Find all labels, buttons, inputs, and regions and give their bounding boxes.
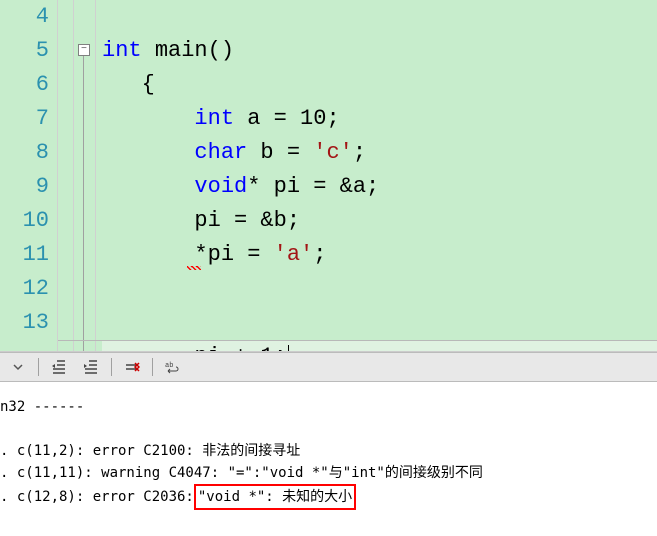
output-toolbar: ab <box>0 352 657 382</box>
code-line[interactable]: void* pi = &a; <box>102 170 657 204</box>
fold-toggle-icon[interactable]: − <box>78 44 90 56</box>
text-cursor <box>288 345 289 352</box>
code-line[interactable]: pi = &b; <box>102 204 657 238</box>
code-area[interactable]: int main() { int a = 10; char b = 'c'; v… <box>96 0 657 351</box>
output-line: . c(11,2): error C2100: 非法的间接寻址 <box>0 440 657 462</box>
code-line[interactable]: { <box>102 68 657 102</box>
fold-bar: − <box>74 0 96 351</box>
toolbar-separator <box>111 358 112 376</box>
line-number: 7 <box>4 102 49 136</box>
svg-text:ab: ab <box>165 362 173 370</box>
error-squiggle <box>187 266 201 270</box>
toolbar-dropdown-arrow-icon[interactable] <box>6 357 30 377</box>
code-line-current[interactable]: pi + 1; <box>102 340 657 352</box>
code-line[interactable]: char b = 'c'; <box>102 136 657 170</box>
code-line[interactable] <box>102 0 657 34</box>
line-number: 8 <box>4 136 49 170</box>
line-number: 9 <box>4 170 49 204</box>
line-number: 11 <box>4 238 49 272</box>
error-highlight-box: "void *": 未知的大小 <box>194 484 356 510</box>
code-line[interactable]: int main() <box>102 34 657 68</box>
outdent-icon[interactable] <box>47 357 71 377</box>
indent-icon[interactable] <box>79 357 103 377</box>
fold-guide <box>83 56 84 351</box>
word-wrap-icon[interactable]: ab <box>161 357 185 377</box>
toolbar-separator <box>152 358 153 376</box>
code-line[interactable]: *pi = 'a'; <box>102 238 657 340</box>
line-number: 6 <box>4 68 49 102</box>
line-number: 10 <box>4 204 49 238</box>
margin-bar <box>58 0 74 351</box>
output-line: . c(11,11): warning C4047: "=":"void *"与… <box>0 462 657 484</box>
output-line <box>0 418 657 440</box>
output-panel[interactable]: n32 ------ . c(11,2): error C2100: 非法的间接… <box>0 382 657 536</box>
code-editor[interactable]: 4 5 6 7 8 9 10 11 12 13 − int main() { i… <box>0 0 657 352</box>
code-line[interactable]: int a = 10; <box>102 102 657 136</box>
output-line: . c(12,8): error C2036:"void *": 未知的大小 <box>0 484 657 510</box>
line-number: 13 <box>4 306 49 340</box>
toolbar-separator <box>38 358 39 376</box>
line-number-gutter: 4 5 6 7 8 9 10 11 12 13 <box>0 0 58 351</box>
output-line: n32 ------ <box>0 396 657 418</box>
clear-icon[interactable] <box>120 357 144 377</box>
line-number: 4 <box>4 0 49 34</box>
line-number: 12 <box>4 272 49 306</box>
line-number: 5 <box>4 34 49 68</box>
